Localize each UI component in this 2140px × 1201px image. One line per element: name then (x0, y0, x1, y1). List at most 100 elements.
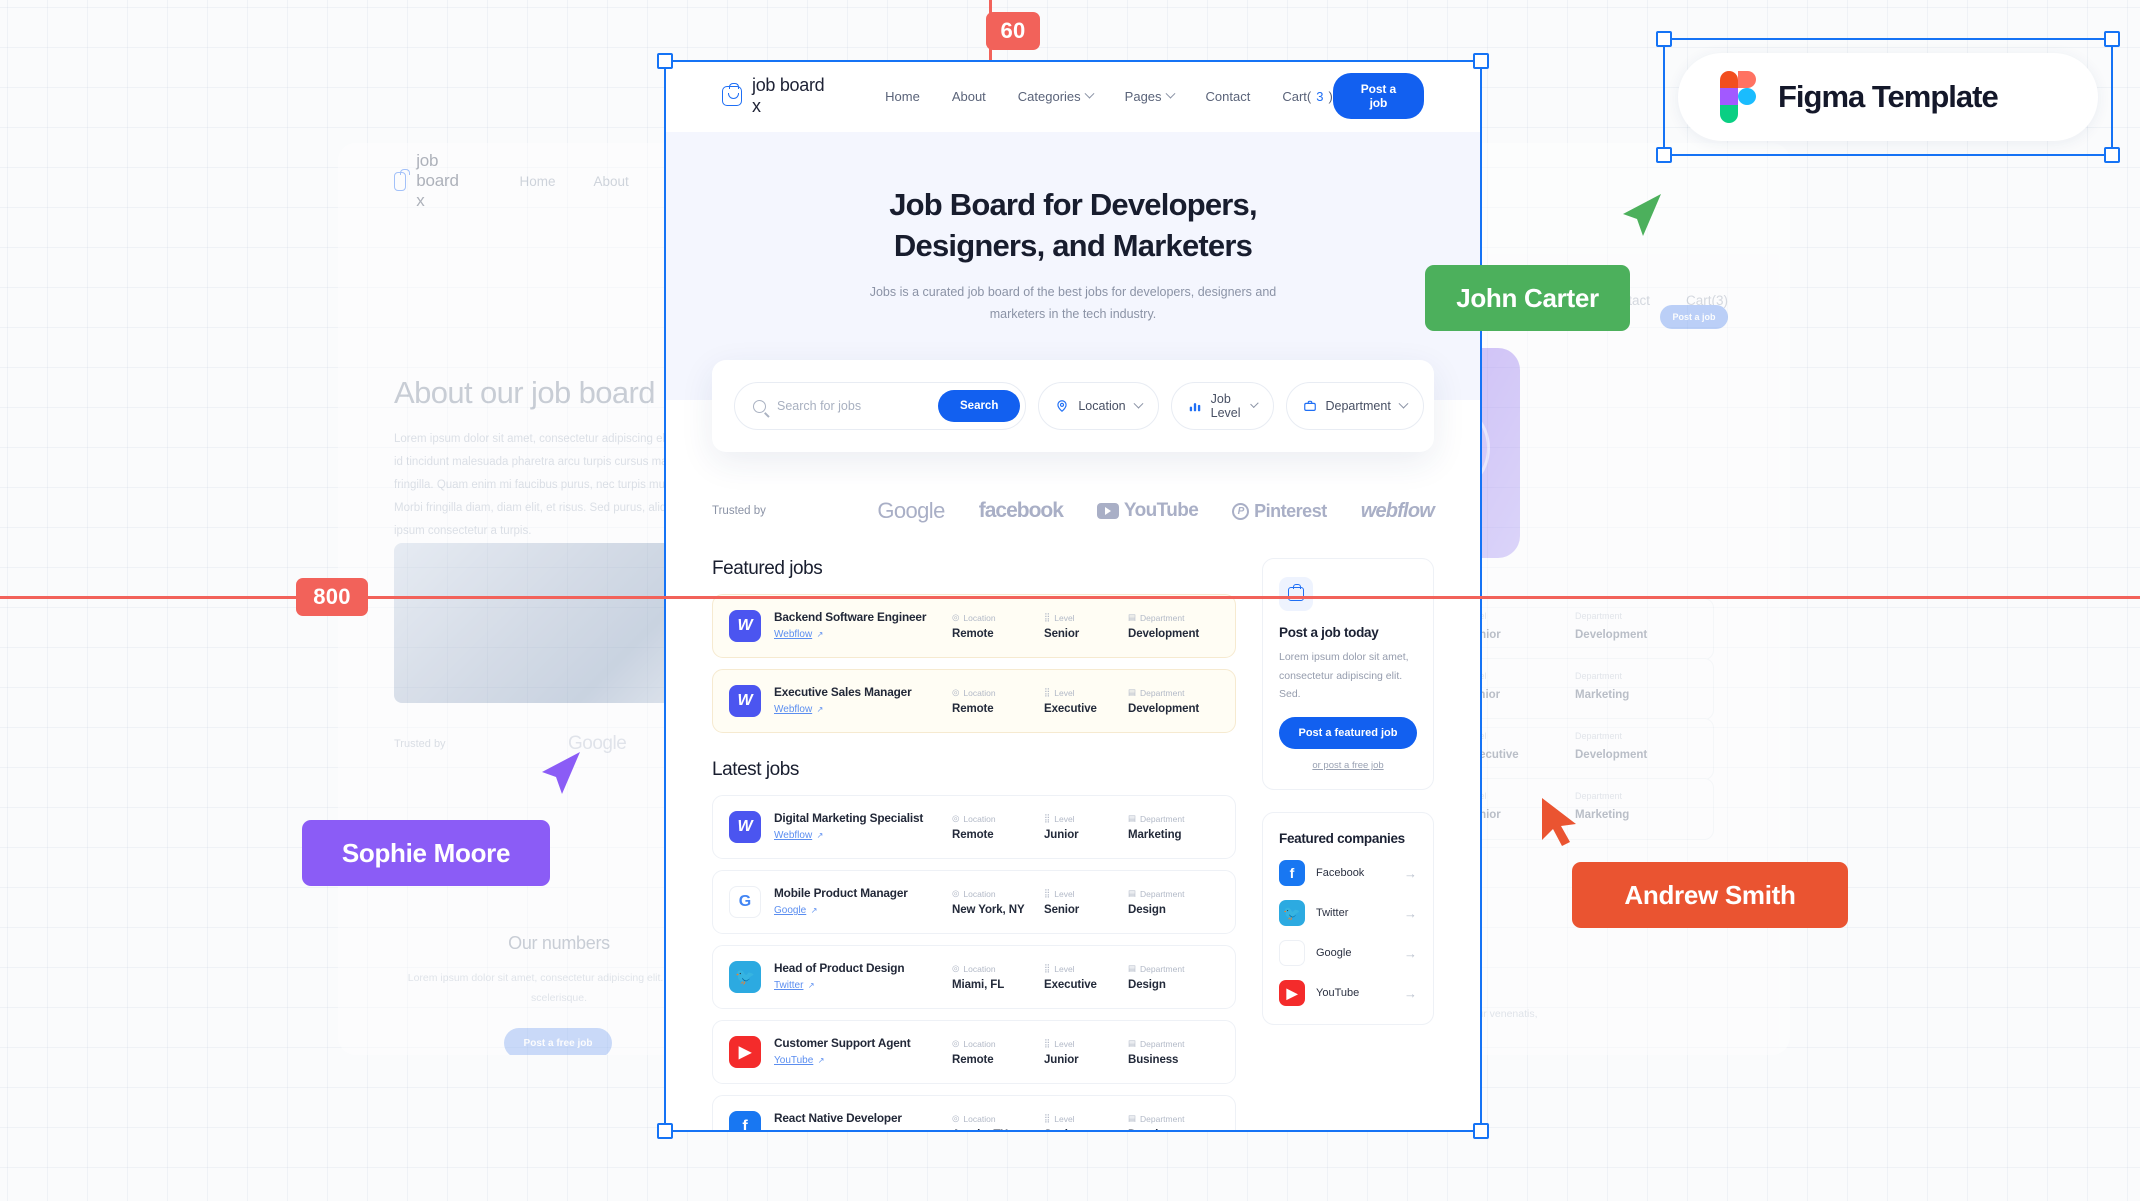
list-item[interactable]: G Google → (1279, 940, 1417, 967)
youtube-play-icon (1096, 503, 1119, 520)
location-value: Miami, FL (952, 979, 1005, 992)
facebook-logo: f (1279, 860, 1305, 887)
latest-jobs-heading: Latest jobs (712, 759, 799, 781)
level-label: ⣿ Level (1044, 687, 1075, 698)
figma-template-pill[interactable]: Figma Template (1678, 53, 2098, 141)
table-row[interactable]: f React Native Developer Facebook ↗ ◎Loc… (712, 1095, 1236, 1132)
location-label: ◎ Location (952, 813, 996, 824)
figma-template-label: Figma Template (1778, 79, 1999, 114)
chevron-down-icon (1165, 88, 1175, 99)
external-link-icon: ↗ (810, 906, 818, 916)
company-link[interactable]: Facebook (774, 1130, 818, 1132)
company-link[interactable]: YouTube (774, 1055, 813, 1066)
nav-label: Contact (1205, 88, 1251, 104)
nav-item-home[interactable]: Home (885, 89, 920, 104)
job-info: Digital Marketing Specialist Webflow ↗ (774, 811, 952, 843)
search-input[interactable] (777, 399, 938, 414)
department-label: ▤ Department (1128, 1113, 1185, 1124)
location-label: ◎ Location (952, 1113, 996, 1124)
list-item[interactable]: 🐦 Twitter → (1279, 900, 1417, 927)
search-card: Search Location Job Level (712, 360, 1434, 453)
job-title: Executive Sales Manager (774, 685, 912, 700)
job-department: ▤ Department Design (1128, 963, 1212, 991)
company-name: Google (1316, 947, 1352, 960)
location-filter[interactable]: Location (1038, 382, 1159, 431)
nav-item-contact[interactable]: Contact (1206, 89, 1251, 104)
list-item[interactable]: f Facebook → (1279, 860, 1417, 887)
search-button[interactable]: Search (938, 390, 1021, 423)
ghost-dept-value: Development (1575, 629, 1648, 641)
company-name: Facebook (1316, 867, 1365, 880)
post-featured-job-button[interactable]: Post a featured job (1279, 717, 1417, 750)
job-info: Backend Software Engineer Webflow ↗ (774, 610, 952, 642)
nav-label: Categories (1017, 88, 1081, 104)
briefcase-icon (1303, 400, 1316, 412)
resize-handle-top-left[interactable] (1656, 31, 1672, 47)
job-location: ◎ Location New York, NY (952, 888, 1044, 916)
department-value: Business (1128, 1054, 1179, 1067)
company-link[interactable]: Google (774, 905, 806, 916)
ghost-heading: About our job board (394, 375, 656, 410)
post-free-job-link[interactable]: or post a free job (1279, 760, 1417, 771)
level-label: ⣿ Level (1044, 888, 1075, 899)
external-link-icon: ↗ (817, 1056, 825, 1066)
job-location: ◎Location Austin, TX (952, 1113, 1044, 1132)
location-value: Remote (952, 628, 994, 641)
trusted-logos: Google facebook YouTube P Pinterest webf… (877, 498, 1434, 524)
company-link[interactable]: Twitter (774, 980, 803, 991)
nav-item-about[interactable]: About (952, 89, 986, 104)
figma-canvas[interactable]: job board x Home About Categor About our… (0, 0, 2140, 1201)
post-job-title: Post a job today (1279, 625, 1379, 641)
table-row[interactable]: G Mobile Product Manager Google ↗ ◎ Locat… (712, 870, 1236, 935)
job-level: ⣿Level Senior (1044, 888, 1128, 916)
briefcase-icon: ▤ (1128, 963, 1137, 974)
ghost-post-free-job-button: Post a free job (504, 1028, 612, 1055)
ghost-dept-label: Department (1575, 791, 1623, 801)
list-item[interactable]: ▶ YouTube → (1279, 980, 1417, 1007)
nav-item-cart[interactable]: Cart(3) (1282, 89, 1332, 104)
level-value: Executive (1044, 979, 1097, 992)
site-logo[interactable]: job board x (722, 75, 827, 117)
resize-handle-bottom-right[interactable] (2104, 147, 2120, 163)
company-link[interactable]: Webflow (774, 629, 812, 640)
google-logo: G (1279, 940, 1305, 967)
table-row[interactable]: W Digital Marketing Specialist Webflow ↗… (712, 795, 1236, 860)
resize-handle-top-right[interactable] (2104, 31, 2120, 47)
table-row[interactable]: W Backend Software Engineer Webflow ↗ ◎ L… (712, 594, 1236, 659)
bar-chart-icon: ⣿ (1044, 888, 1051, 899)
post-a-job-card: Post a job today Lorem ipsum dolor sit a… (1262, 558, 1434, 791)
chevron-down-icon (1398, 398, 1409, 409)
pinterest-logo-text: Pinterest (1254, 500, 1327, 521)
nav-item-categories[interactable]: Categories (1017, 88, 1095, 104)
trusted-by-section: Trusted by Google facebook YouTube P Pin… (712, 498, 1435, 524)
joblevel-filter-label: Job Level (1210, 392, 1241, 421)
department-filter[interactable]: Department (1285, 382, 1424, 431)
ghost-link-home: Home (519, 173, 556, 189)
nav-label: Pages (1124, 88, 1162, 104)
post-a-job-button[interactable]: Post a job (1332, 73, 1424, 119)
table-row[interactable]: 🐦 Head of Product Design Twitter ↗ ◎ Loca… (712, 945, 1236, 1010)
location-label: ◎ Location (952, 687, 996, 698)
company-link[interactable]: Webflow (774, 704, 812, 715)
ghost-trusted-label: Trusted by (394, 738, 446, 750)
chevron-down-icon (1133, 398, 1144, 409)
ghost-dept-label: Department (1575, 611, 1623, 621)
job-info: React Native Developer Facebook ↗ (774, 1111, 952, 1132)
ghost-dept-value: Marketing (1575, 689, 1630, 701)
company-link[interactable]: Webflow (774, 830, 812, 841)
department-label: ▤ Department (1128, 612, 1185, 623)
joblevel-filter[interactable]: Job Level (1170, 382, 1274, 431)
search-field-group[interactable]: Search (734, 382, 1027, 431)
trusted-by-label: Trusted by (712, 505, 766, 518)
location-value: Austin, TX (952, 1129, 1044, 1132)
level-value: Executive (1044, 703, 1097, 716)
location-label: ◎ Location (952, 612, 996, 623)
briefcase-icon: ▤ (1128, 888, 1137, 899)
job-level: ⣿ Level Executive (1044, 963, 1128, 991)
company-name: Twitter (1316, 907, 1349, 920)
location-pin-icon: ◎ (952, 1113, 960, 1124)
department-value: Design (1128, 904, 1166, 917)
table-row[interactable]: ▶ Customer Support Agent YouTube ↗ ◎ Loca… (712, 1020, 1236, 1085)
table-row[interactable]: W Executive Sales Manager Webflow ↗ ◎ Loc… (712, 669, 1236, 734)
nav-item-pages[interactable]: Pages (1124, 88, 1175, 104)
